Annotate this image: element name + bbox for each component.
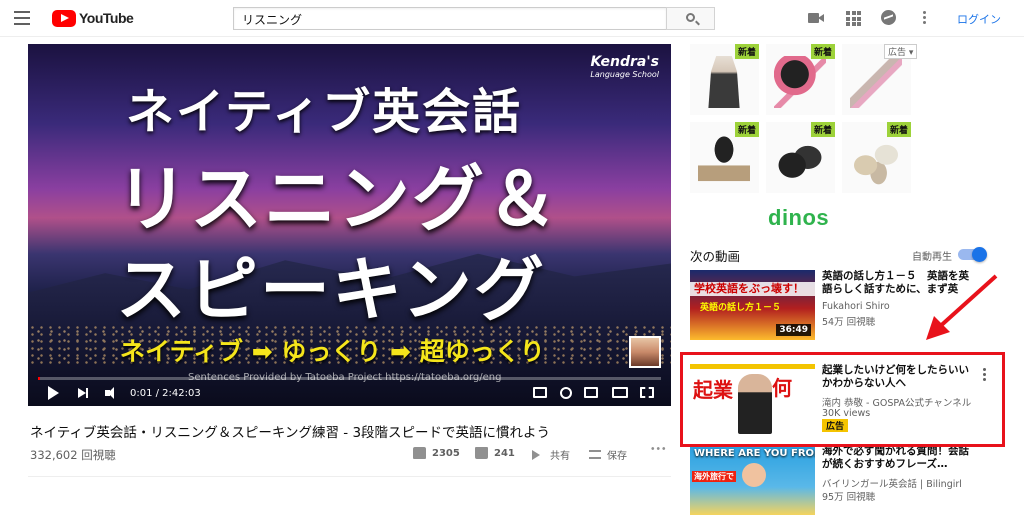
thumbnail-subtext: 英語の話し方１－５ bbox=[700, 303, 782, 313]
new-badge: 新着 bbox=[734, 122, 759, 137]
miniplayer-icon[interactable] bbox=[584, 387, 598, 398]
dislike-button[interactable]: 241 bbox=[475, 447, 515, 459]
login-link[interactable]: ログイン bbox=[957, 11, 1001, 27]
channel-name[interactable]: バイリンガール英会話 | Bilingirl bbox=[822, 476, 962, 490]
theater-mode-icon[interactable] bbox=[612, 387, 628, 398]
thumbnail-tag: 海外旅行で bbox=[692, 471, 736, 482]
playlist-add-icon bbox=[589, 450, 601, 459]
presenter-image bbox=[742, 463, 766, 487]
more-actions-button[interactable] bbox=[650, 447, 666, 450]
highlight-box bbox=[680, 352, 1005, 447]
save-label: 保存 bbox=[607, 451, 627, 462]
view-count: 95万 回視聴 bbox=[822, 492, 876, 503]
more-vert-icon[interactable] bbox=[923, 11, 927, 25]
share-label: 共有 bbox=[550, 451, 570, 462]
share-icon bbox=[532, 449, 544, 460]
new-badge: 新着 bbox=[810, 44, 835, 59]
ad-product-4[interactable]: 新着 bbox=[690, 122, 759, 193]
video-thumbnail[interactable]: WHERE ARE YOU FROM? 海外旅行で bbox=[690, 445, 815, 515]
messages-icon[interactable] bbox=[881, 10, 896, 25]
thumbnail-text: WHERE ARE YOU FROM? bbox=[694, 448, 815, 459]
player-controls: 0:01 / 2:42:03 bbox=[28, 380, 671, 406]
upload-video-icon[interactable] bbox=[808, 11, 824, 25]
top-bar: YouTube リスニング ログイン bbox=[0, 0, 1024, 37]
logo-text: YouTube bbox=[79, 10, 134, 26]
fullscreen-icon[interactable] bbox=[640, 387, 654, 398]
thumb-up-icon bbox=[413, 447, 426, 459]
overlay-title-1: ネイティブ英会話 bbox=[126, 84, 523, 140]
ad-product-2[interactable]: 新着 bbox=[766, 44, 835, 115]
duration-badge: 36:49 bbox=[776, 324, 811, 336]
hamburger-icon[interactable] bbox=[14, 11, 30, 25]
volume-icon[interactable] bbox=[105, 387, 119, 399]
play-icon[interactable] bbox=[48, 386, 59, 400]
new-badge: 新着 bbox=[734, 44, 759, 59]
share-button[interactable]: 共有 bbox=[532, 447, 570, 462]
ad-product-6[interactable]: 新着 bbox=[842, 122, 911, 193]
video-player[interactable]: Kendra's Language School ネイティブ英会話 リスニング＆… bbox=[28, 44, 671, 406]
ad-product-1[interactable]: 新着 bbox=[690, 44, 759, 115]
view-count: 54万 回視聴 bbox=[822, 317, 876, 328]
thumbnail-text: 学校英語をぶっ壊す！ bbox=[694, 282, 804, 295]
dinos-ad-grid[interactable]: 新着 新着 新着 新着 新着 bbox=[690, 44, 915, 199]
red-arrow-icon bbox=[926, 274, 998, 340]
dislike-count: 241 bbox=[494, 447, 515, 459]
ad-product-5[interactable]: 新着 bbox=[766, 122, 835, 193]
more-horiz-icon bbox=[650, 447, 666, 450]
video-title: ネイティブ英会話・リスニング＆スピーキング練習 - 3段階スピードで英語に慣れよ… bbox=[30, 425, 551, 441]
search-icon bbox=[686, 13, 695, 22]
dinos-logo[interactable]: dinos bbox=[768, 205, 829, 231]
next-icon[interactable] bbox=[78, 388, 88, 398]
time-display: 0:01 / 2:42:03 bbox=[130, 388, 201, 399]
presenter-thumbnail bbox=[629, 336, 661, 368]
search-input[interactable]: リスニング bbox=[233, 7, 666, 30]
like-count: 2305 bbox=[432, 447, 460, 459]
autoplay-label: 自動再生 bbox=[912, 252, 952, 263]
new-badge: 新着 bbox=[810, 122, 835, 137]
settings-gear-icon[interactable] bbox=[560, 387, 572, 399]
overlay-title-3: スピーキング bbox=[116, 249, 546, 331]
thumb-down-icon bbox=[475, 447, 488, 459]
subtitles-icon[interactable] bbox=[533, 387, 547, 398]
overlay-title-2: リスニング＆ bbox=[116, 157, 561, 241]
video-title[interactable]: 海外で必ず聞かれる質問！会話が続くおすすめフレーズ… bbox=[822, 445, 972, 471]
up-next-heading: 次の動画 bbox=[690, 249, 741, 264]
new-badge: 新着 bbox=[886, 122, 911, 137]
autoplay-toggle[interactable] bbox=[958, 247, 987, 262]
like-button[interactable]: 2305 bbox=[413, 447, 460, 459]
channel-watermark: Kendra's Language School bbox=[590, 54, 659, 79]
search-button[interactable] bbox=[666, 7, 715, 30]
view-count: 332,602 回視聴 bbox=[30, 448, 116, 462]
overlay-speed-line: ネイティブ ➡ ゆっくり ➡ 超ゆっくり bbox=[120, 337, 545, 366]
recommended-video-3[interactable]: WHERE ARE YOU FROM? 海外旅行で 海外で必ず聞かれる質問！会話… bbox=[690, 445, 1020, 517]
video-thumbnail[interactable]: 学校英語をぶっ壊す！ 英語の話し方１－５ 36:49 bbox=[690, 270, 815, 340]
channel-name[interactable]: Fukahori Shiro bbox=[822, 301, 890, 312]
ad-tag[interactable]: 広告 ▾ bbox=[884, 44, 918, 59]
divider bbox=[28, 476, 671, 477]
youtube-logo[interactable]: YouTube bbox=[52, 9, 134, 27]
save-button[interactable]: 保存 bbox=[589, 447, 627, 462]
apps-grid-icon[interactable] bbox=[846, 11, 862, 26]
youtube-logo-icon bbox=[52, 9, 76, 27]
